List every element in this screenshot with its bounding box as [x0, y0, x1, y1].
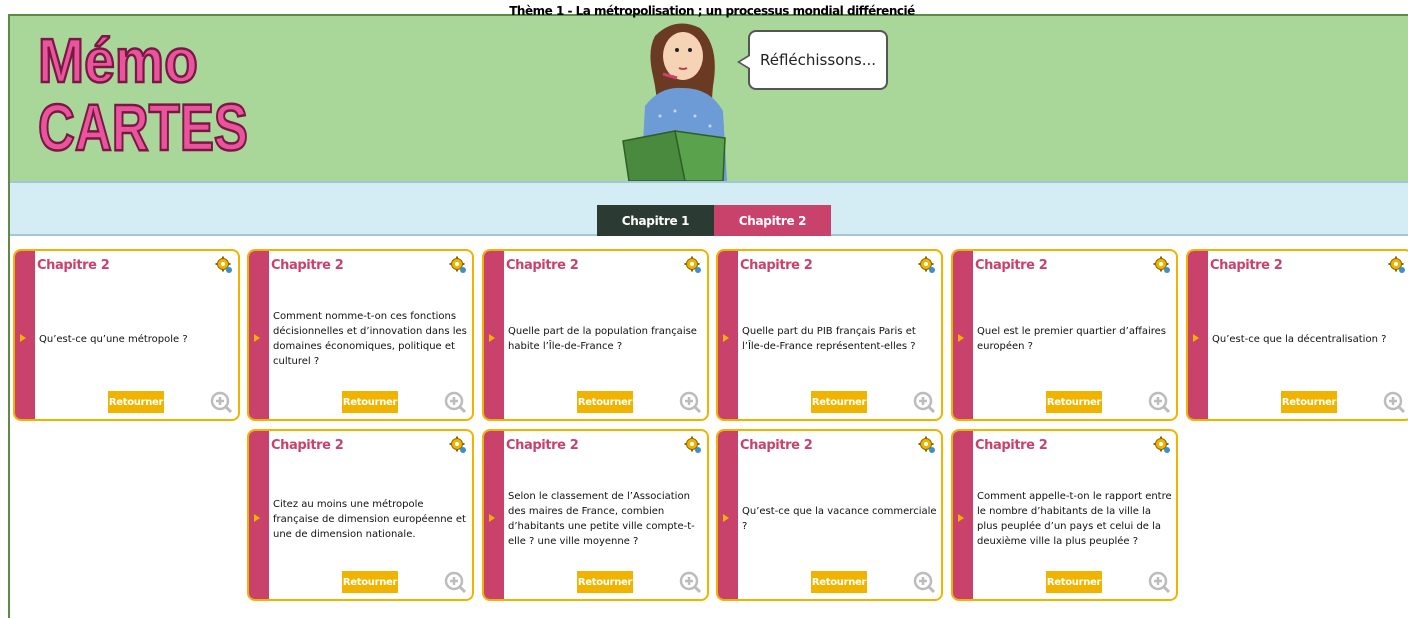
card-question: Comment appelle-t-on le rapport entre le…: [977, 463, 1173, 575]
card-chapter-title: Chapitre 2: [37, 258, 110, 273]
zoom-in-icon[interactable]: [444, 391, 467, 414]
flash-card: Chapitre 2 Quelle part de la population f…: [482, 249, 709, 421]
card-arrow-icon: [723, 514, 729, 522]
card-arrow-icon: [489, 334, 495, 342]
card-question-text: Qu’est-ce que la décentralisation ?: [1212, 333, 1387, 345]
card-question: Quel est le premier quartier d’affaires …: [977, 283, 1173, 395]
card-arrow-icon: [958, 334, 964, 342]
tab-chapitre-1[interactable]: Chapitre 1: [597, 205, 714, 236]
card-arrow-icon: [1193, 334, 1199, 342]
settings-gear-icon[interactable]: [1153, 256, 1171, 274]
flash-card: Chapitre 2 Qu’est-ce que la vacance comme…: [716, 429, 943, 601]
zoom-in-icon[interactable]: [1383, 391, 1406, 414]
card-question-text: Selon le classement de l’Association des…: [508, 491, 695, 547]
card-question-text: Quelle part de la population française h…: [508, 326, 697, 352]
card-question: Quelle part du PIB français Paris et l’Î…: [742, 283, 938, 395]
speech-bubble-tail-inner: [740, 56, 750, 68]
flash-card: Chapitre 2 Qu’est-ce qu’une métropole ? Re…: [13, 249, 240, 421]
settings-gear-icon[interactable]: [215, 256, 233, 274]
flash-card: Chapitre 2 Selon le classement de l’Assoc…: [482, 429, 709, 601]
flash-card: Chapitre 2 Citez au moins une métropole f…: [247, 429, 474, 601]
card-arrow-icon: [489, 514, 495, 522]
retourner-button[interactable]: Retourner: [811, 571, 867, 593]
settings-gear-icon[interactable]: [1388, 256, 1406, 274]
retourner-button[interactable]: Retourner: [342, 571, 398, 593]
flash-card: Chapitre 2 Comment nomme-t-on ces fonctio…: [247, 249, 474, 421]
card-chapter-title: Chapitre 2: [271, 438, 344, 453]
card-chapter-title: Chapitre 2: [975, 258, 1048, 273]
svg-text:CARTES: CARTES: [38, 90, 248, 164]
card-arrow-icon: [254, 514, 260, 522]
card-arrow-icon: [20, 334, 26, 342]
card-question: Qu’est-ce que la décentralisation ?: [1212, 283, 1408, 395]
theme-title: Thème 1 - La métropolisation ; un proces…: [509, 4, 915, 18]
zoom-in-icon[interactable]: [913, 391, 936, 414]
card-chapter-title: Chapitre 2: [506, 258, 579, 273]
zoom-in-icon[interactable]: [1148, 571, 1171, 594]
memo-cartes-logo: Mémo CARTES: [37, 26, 250, 166]
flash-card: Chapitre 2 Qu’est-ce que la décentralisat…: [1186, 249, 1408, 421]
card-question: Citez au moins une métropole française d…: [273, 463, 469, 575]
card-question: Qu’est-ce qu’une métropole ?: [39, 283, 235, 395]
retourner-button[interactable]: Retourner: [577, 391, 633, 413]
card-question-text: Comment nomme-t-on ces fonctions décisio…: [273, 311, 467, 367]
retourner-button[interactable]: Retourner: [1046, 571, 1102, 593]
card-question-text: Quelle part du PIB français Paris et l’Î…: [742, 326, 916, 352]
thinking-girl-illustration: [622, 23, 727, 181]
card-chapter-title: Chapitre 2: [740, 258, 813, 273]
zoom-in-icon[interactable]: [444, 571, 467, 594]
flash-card: Chapitre 2 Comment appelle-t-on le rappor…: [951, 429, 1178, 601]
speech-bubble-text: Réfléchissons...: [759, 51, 876, 69]
retourner-button[interactable]: Retourner: [108, 391, 164, 413]
card-chapter-title: Chapitre 2: [740, 438, 813, 453]
card-question: Comment nomme-t-on ces fonctions décisio…: [273, 283, 469, 395]
zoom-in-icon[interactable]: [210, 391, 233, 414]
flash-card: Chapitre 2 Quelle part du PIB français Pa…: [716, 249, 943, 421]
settings-gear-icon[interactable]: [1153, 436, 1171, 454]
card-arrow-icon: [723, 334, 729, 342]
svg-text:Mémo: Mémo: [38, 27, 198, 96]
settings-gear-icon[interactable]: [684, 256, 702, 274]
card-chapter-title: Chapitre 2: [271, 258, 344, 273]
settings-gear-icon[interactable]: [449, 256, 467, 274]
card-question: Qu’est-ce que la vacance commerciale ?: [742, 463, 938, 575]
card-question-text: Quel est le premier quartier d’affaires …: [977, 326, 1167, 352]
card-arrow-icon: [254, 334, 260, 342]
retourner-button[interactable]: Retourner: [811, 391, 867, 413]
retourner-button[interactable]: Retourner: [1281, 391, 1337, 413]
settings-gear-icon[interactable]: [449, 436, 467, 454]
settings-gear-icon[interactable]: [918, 436, 936, 454]
zoom-in-icon[interactable]: [679, 391, 702, 414]
retourner-button[interactable]: Retourner: [1046, 391, 1102, 413]
card-question-text: Qu’est-ce qu’une métropole ?: [39, 333, 188, 345]
tab-chapitre-2[interactable]: Chapitre 2: [714, 205, 831, 236]
retourner-button[interactable]: Retourner: [342, 391, 398, 413]
flash-card: Chapitre 2 Quel est le premier quartier d…: [951, 249, 1178, 421]
card-arrow-icon: [958, 514, 964, 522]
zoom-in-icon[interactable]: [1148, 391, 1171, 414]
zoom-in-icon[interactable]: [913, 571, 936, 594]
settings-gear-icon[interactable]: [918, 256, 936, 274]
zoom-in-icon[interactable]: [679, 571, 702, 594]
card-chapter-title: Chapitre 2: [1210, 258, 1283, 273]
card-question-text: Citez au moins une métropole française d…: [273, 498, 466, 540]
card-question-text: Comment appelle-t-on le rapport entre le…: [977, 491, 1172, 547]
settings-gear-icon[interactable]: [684, 436, 702, 454]
card-question-text: Qu’est-ce que la vacance commerciale ?: [742, 506, 937, 532]
speech-bubble: Réfléchissons...: [748, 30, 888, 90]
card-question: Selon le classement de l’Association des…: [508, 463, 704, 575]
card-chapter-title: Chapitre 2: [506, 438, 579, 453]
retourner-button[interactable]: Retourner: [577, 571, 633, 593]
card-chapter-title: Chapitre 2: [975, 438, 1048, 453]
card-question: Quelle part de la population française h…: [508, 283, 704, 395]
